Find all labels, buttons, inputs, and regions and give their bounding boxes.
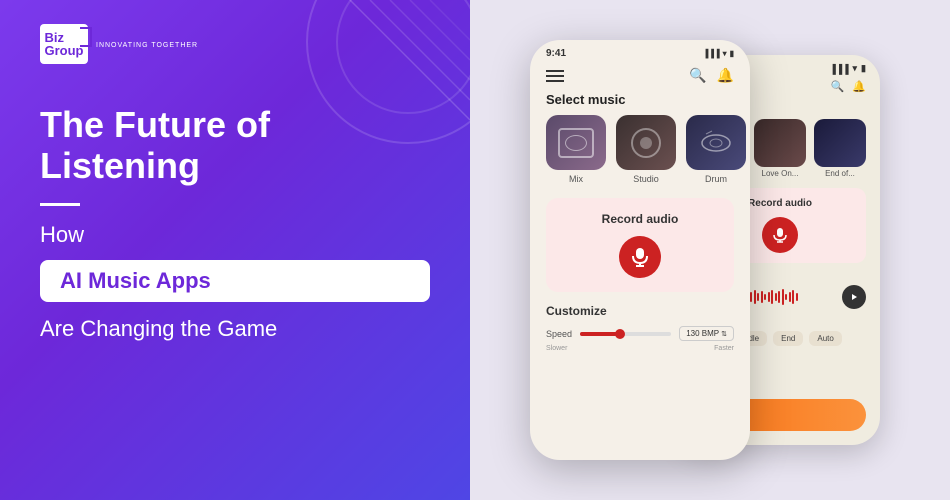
- mic-icon: [630, 247, 650, 267]
- front-status-icons: ▐▐▐ ▾ ▮: [703, 49, 734, 58]
- logo-area: Biz Group INNOVATING TOGETHER: [40, 24, 430, 64]
- back-wifi-icon: ▾: [853, 63, 858, 74]
- logo-box-inner: Biz Group: [45, 31, 84, 57]
- drum-visual-mix: [558, 128, 594, 158]
- waveform-bar: [757, 293, 759, 301]
- speed-value-box[interactable]: 130 BMP ⇅: [679, 326, 734, 341]
- logo-group: Group: [45, 44, 84, 57]
- faster-label: Faster: [714, 345, 734, 352]
- cat-thumb-drum-inner: [686, 115, 746, 170]
- cat-mix[interactable]: Mix: [546, 115, 606, 184]
- play-icon-small: [850, 293, 858, 301]
- select-music-title: Select music: [530, 92, 750, 107]
- waveform-bar: [775, 293, 777, 301]
- back-record-button[interactable]: [762, 217, 798, 253]
- cat-label-studio: Studio: [633, 174, 659, 184]
- left-panel: Biz Group INNOVATING TOGETHER The Future…: [0, 0, 470, 500]
- front-battery-icon: ▮: [730, 49, 734, 58]
- speed-label: Speed: [546, 329, 572, 339]
- bell-icon[interactable]: 🔔: [717, 67, 734, 84]
- pos-btn-end[interactable]: End: [773, 331, 803, 346]
- cat-thumb-mix-inner: [546, 115, 606, 170]
- cat-label-mix: Mix: [569, 174, 583, 184]
- subtext: Are Changing the Game: [40, 316, 430, 342]
- phone-front: 9:41 ▐▐▐ ▾ ▮ 🔍 🔔 Select music: [530, 40, 750, 460]
- slider-thumb: [615, 329, 625, 339]
- front-signal-icon: ▐▐▐: [703, 49, 720, 58]
- cat-thumb-studio-inner: [616, 115, 676, 170]
- cat-label-drum: Drum: [705, 174, 727, 184]
- speed-value: 130 BMP: [686, 329, 719, 338]
- logo-box: Biz Group: [40, 24, 88, 64]
- cat-thumb-mix: [546, 115, 606, 170]
- back-cat-label-1: Love On...: [762, 169, 799, 178]
- back-search-icon[interactable]: 🔍: [831, 80, 845, 93]
- play-button-small[interactable]: [842, 285, 866, 309]
- waveform-bar: [778, 291, 780, 303]
- pos-btn-auto[interactable]: Auto: [809, 331, 841, 346]
- waveform-bar: [768, 292, 770, 302]
- hamburger-line-3: [546, 80, 564, 82]
- waveform-bar: [754, 290, 756, 304]
- how-text: How: [40, 222, 430, 248]
- back-record-title: Record audio: [748, 198, 812, 209]
- highlight-box: AI Music Apps: [40, 260, 430, 302]
- record-section: Record audio: [546, 198, 734, 292]
- header-right-icons: 🔍 🔔: [689, 67, 734, 84]
- speed-scale: Slower Faster: [546, 345, 734, 352]
- back-cat-item-2: End of...: [814, 119, 866, 178]
- waveform-bar: [771, 290, 773, 304]
- speed-arrows: ⇅: [721, 330, 727, 338]
- logo-bracket: [80, 27, 92, 47]
- speed-row: Speed 130 BMP ⇅: [546, 326, 734, 341]
- back-battery-icon: ▮: [861, 63, 866, 74]
- waveform-bar: [782, 289, 784, 305]
- speed-slider[interactable]: [580, 332, 671, 336]
- record-title: Record audio: [602, 212, 679, 226]
- waveform-bar: [792, 290, 794, 304]
- music-categories: Mix Studio: [530, 115, 750, 184]
- drum-icon: [698, 129, 734, 157]
- front-status-bar: 9:41 ▐▐▐ ▾ ▮: [530, 40, 750, 63]
- studio-visual: [631, 128, 661, 158]
- front-time: 9:41: [546, 48, 566, 59]
- record-button[interactable]: [619, 236, 661, 278]
- hamburger-line-1: [546, 70, 564, 72]
- slider-fill: [580, 332, 616, 336]
- waveform-bar: [764, 294, 766, 300]
- customize-section: Customize Speed 130 BMP ⇅ Slower Faster: [530, 304, 750, 352]
- back-bell-icon[interactable]: 🔔: [852, 80, 866, 93]
- headline-divider: [40, 203, 80, 206]
- cat-thumb-drum: [686, 115, 746, 170]
- hamburger-icon[interactable]: [546, 70, 564, 82]
- waveform-bar: [761, 291, 763, 303]
- cat-drum[interactable]: Drum: [686, 115, 746, 184]
- customize-title: Customize: [546, 304, 734, 318]
- waveform-bar: [785, 294, 787, 300]
- cat-thumb-studio: [616, 115, 676, 170]
- back-cat-label-2: End of...: [825, 169, 855, 178]
- waveform-bar: [750, 292, 752, 302]
- back-signal-icon: ▐▐▐: [829, 64, 848, 74]
- waveform-bar: [789, 292, 791, 302]
- front-header: 🔍 🔔: [530, 63, 750, 92]
- back-cat-thumb-2: [814, 119, 866, 167]
- back-cat-item-1: Love On...: [754, 119, 806, 178]
- search-icon[interactable]: 🔍: [689, 67, 706, 84]
- right-panel: ▐▐▐ ▾ ▮ 🔍 🔔 ect music can't... Love On..…: [470, 0, 950, 500]
- highlight-text: AI Music Apps: [60, 268, 211, 293]
- logo-tagline: INNOVATING TOGETHER: [96, 40, 198, 49]
- back-mic-icon: [772, 227, 788, 243]
- waveform-bar: [796, 293, 798, 301]
- decoration-lines: [290, 0, 470, 160]
- cat-studio[interactable]: Studio: [616, 115, 676, 184]
- hamburger-line-2: [546, 75, 564, 77]
- slower-label: Slower: [546, 345, 567, 352]
- back-cat-thumb-1: [754, 119, 806, 167]
- front-wifi-icon: ▾: [723, 49, 727, 58]
